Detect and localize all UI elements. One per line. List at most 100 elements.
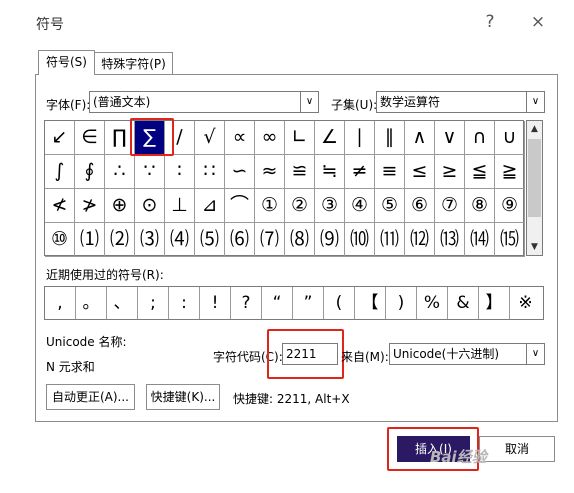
chevron-down-icon[interactable]: ∨ xyxy=(300,92,318,112)
symbol-cell[interactable]: ① xyxy=(255,189,285,223)
symbol-cell[interactable]: ⑻ xyxy=(285,223,315,257)
symbol-grid-scrollbar[interactable]: ▲ ▼ xyxy=(526,120,543,256)
symbol-cell[interactable]: ∪ xyxy=(495,121,525,155)
symbol-cell[interactable]: ∣ xyxy=(345,121,375,155)
symbol-cell[interactable]: ∨ xyxy=(435,121,465,155)
symbol-cell[interactable]: ∏ xyxy=(105,121,135,155)
subset-select[interactable]: 数学运算符 ∨ xyxy=(376,91,545,113)
symbol-cell[interactable]: ⑶ xyxy=(135,223,165,257)
symbol-cell[interactable]: ⑼ xyxy=(315,223,345,257)
symbol-cell[interactable]: ↙ xyxy=(45,121,75,155)
recent-symbol-cell[interactable]: ※ xyxy=(510,287,541,319)
from-label: 来自(M): xyxy=(341,350,389,364)
symbol-cell[interactable]: ≌ xyxy=(285,155,315,189)
recent-symbol-cell[interactable]: 、 xyxy=(107,287,138,319)
recent-symbol-cell[interactable]: % xyxy=(417,287,448,319)
symbol-cell[interactable]: ⒁ xyxy=(465,223,495,257)
symbol-cell[interactable]: ⊙ xyxy=(135,189,165,223)
symbol-cell[interactable]: ⊕ xyxy=(105,189,135,223)
symbol-cell[interactable]: ⑦ xyxy=(435,189,465,223)
recent-symbol-cell[interactable]: 【 xyxy=(355,287,386,319)
symbol-cell[interactable]: ∷ xyxy=(195,155,225,189)
watermark: Bai经验 xyxy=(430,448,487,466)
symbol-cell[interactable]: ⊿ xyxy=(195,189,225,223)
recent-symbol-cell[interactable]: ; xyxy=(138,287,169,319)
symbol-cell[interactable]: ⒀ xyxy=(435,223,465,257)
recent-symbol-cell[interactable]: ? xyxy=(231,287,262,319)
recent-symbol-cell[interactable]: , xyxy=(45,287,76,319)
symbol-cell[interactable]: ≮ xyxy=(45,189,75,223)
recent-symbol-cell[interactable]: 】 xyxy=(479,287,510,319)
chevron-down-icon[interactable]: ∨ xyxy=(526,344,544,364)
symbol-cell[interactable]: ∕ xyxy=(165,121,195,155)
symbol-cell[interactable]: ∈ xyxy=(75,121,105,155)
scroll-up-icon[interactable]: ▲ xyxy=(527,121,542,137)
symbol-cell[interactable]: ≯ xyxy=(75,189,105,223)
symbol-cell[interactable]: ⑹ xyxy=(225,223,255,257)
symbol-cell[interactable]: ⌒ xyxy=(225,189,255,223)
symbol-cell[interactable]: ∝ xyxy=(225,121,255,155)
symbol-cell[interactable]: ⊥ xyxy=(165,189,195,223)
symbol-cell[interactable]: ③ xyxy=(315,189,345,223)
symbol-cell[interactable]: ≈ xyxy=(255,155,285,189)
symbol-cell[interactable]: ⑾ xyxy=(375,223,405,257)
symbol-cell[interactable]: ∽ xyxy=(225,155,255,189)
cancel-button[interactable]: 取消 xyxy=(479,436,555,462)
symbol-cell[interactable]: ∧ xyxy=(405,121,435,155)
symbol-cell[interactable]: ⑩ xyxy=(45,223,75,257)
symbol-cell[interactable]: ⑵ xyxy=(105,223,135,257)
symbol-cell[interactable]: √ xyxy=(195,121,225,155)
from-select[interactable]: Unicode(十六进制) ∨ xyxy=(389,343,545,365)
symbol-cell[interactable]: ⑺ xyxy=(255,223,285,257)
symbol-cell[interactable]: ≦ xyxy=(465,155,495,189)
symbol-cell[interactable]: ④ xyxy=(345,189,375,223)
recent-symbol-cell[interactable]: “ xyxy=(262,287,293,319)
symbol-cell[interactable]: ∵ xyxy=(135,155,165,189)
recent-symbol-cell[interactable]: : xyxy=(169,287,200,319)
symbol-cell[interactable]: ∶ xyxy=(165,155,195,189)
symbol-cell[interactable]: ⒂ xyxy=(495,223,525,257)
symbol-cell[interactable]: ⑿ xyxy=(405,223,435,257)
symbol-cell[interactable]: ≒ xyxy=(315,155,345,189)
symbol-cell[interactable]: ② xyxy=(285,189,315,223)
symbol-cell[interactable]: ∮ xyxy=(75,155,105,189)
symbol-cell[interactable]: ∩ xyxy=(465,121,495,155)
scroll-down-icon[interactable]: ▼ xyxy=(527,239,542,255)
char-code-input[interactable]: 2211 xyxy=(282,343,338,365)
symbol-cell[interactable]: ⑷ xyxy=(165,223,195,257)
symbol-cell[interactable]: ∫ xyxy=(45,155,75,189)
symbol-cell[interactable]: ⑧ xyxy=(465,189,495,223)
symbol-cell[interactable]: ≧ xyxy=(495,155,525,189)
symbol-cell[interactable]: ≡ xyxy=(375,155,405,189)
symbol-cell[interactable]: ≠ xyxy=(345,155,375,189)
symbol-cell[interactable]: ∥ xyxy=(375,121,405,155)
shortcut-key-button[interactable]: 快捷键(K)... xyxy=(146,384,220,410)
symbol-cell[interactable]: ∴ xyxy=(105,155,135,189)
symbol-cell[interactable]: ∠ xyxy=(315,121,345,155)
recent-symbol-cell[interactable]: & xyxy=(448,287,479,319)
symbol-cell[interactable]: ⑥ xyxy=(405,189,435,223)
tab-symbols[interactable]: 符号(S) xyxy=(38,50,95,75)
recent-symbol-cell[interactable]: ( xyxy=(324,287,355,319)
autocorrect-button[interactable]: 自动更正(A)... xyxy=(46,384,135,410)
symbol-cell-selected[interactable]: ∑ xyxy=(135,121,165,155)
recent-symbol-cell[interactable]: ! xyxy=(200,287,231,319)
tab-special-characters[interactable]: 特殊字符(P) xyxy=(94,52,173,75)
symbol-cell[interactable]: ⑤ xyxy=(375,189,405,223)
symbol-cell[interactable]: ⑸ xyxy=(195,223,225,257)
help-icon[interactable]: ? xyxy=(478,10,502,34)
font-select[interactable]: (普通文本) ∨ xyxy=(89,91,319,113)
recent-symbol-cell[interactable]: 。 xyxy=(76,287,107,319)
symbol-cell[interactable]: ≥ xyxy=(435,155,465,189)
recent-symbol-cell[interactable]: ) xyxy=(386,287,417,319)
symbol-cell[interactable]: ⑨ xyxy=(495,189,525,223)
symbol-cell[interactable]: ∞ xyxy=(255,121,285,155)
recent-symbol-cell[interactable]: ” xyxy=(293,287,324,319)
symbol-cell[interactable]: ∟ xyxy=(285,121,315,155)
symbol-cell[interactable]: ⑽ xyxy=(345,223,375,257)
symbol-cell[interactable]: ≤ xyxy=(405,155,435,189)
scroll-thumb[interactable] xyxy=(528,139,541,217)
symbol-cell[interactable]: ⑴ xyxy=(75,223,105,257)
close-icon[interactable]: × xyxy=(526,10,550,34)
chevron-down-icon[interactable]: ∨ xyxy=(526,92,544,112)
